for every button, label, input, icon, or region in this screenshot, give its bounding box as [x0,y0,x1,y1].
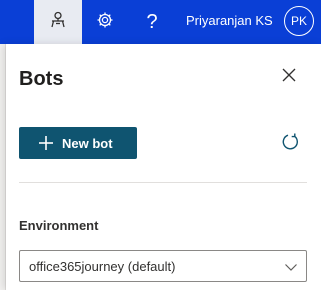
bots-panel: Bots New bot Environment office365journe… [6,44,321,290]
refresh-button[interactable] [276,130,304,158]
chevron-down-icon [284,260,298,274]
bot-icon [49,11,67,34]
environment-dropdown[interactable]: office365journey (default) [19,250,307,282]
help-icon: ? [146,10,158,33]
plus-icon [38,135,54,151]
avatar[interactable]: PK [284,6,314,36]
settings-button[interactable] [82,0,128,44]
refresh-icon [280,132,300,157]
new-bot-label: New bot [62,135,113,151]
divider [19,182,307,183]
gear-icon [96,11,114,34]
top-bar-left [0,0,34,44]
close-icon [282,68,296,87]
environment-label: Environment [19,218,99,233]
close-button[interactable] [276,64,302,90]
new-bot-button[interactable]: New bot [19,127,137,159]
user-name[interactable]: Priyaranjan KS [186,0,273,44]
bots-button[interactable] [34,0,82,44]
help-button[interactable]: ? [128,0,176,44]
environment-value: office365journey (default) [29,258,176,274]
panel-title: Bots [19,68,64,90]
